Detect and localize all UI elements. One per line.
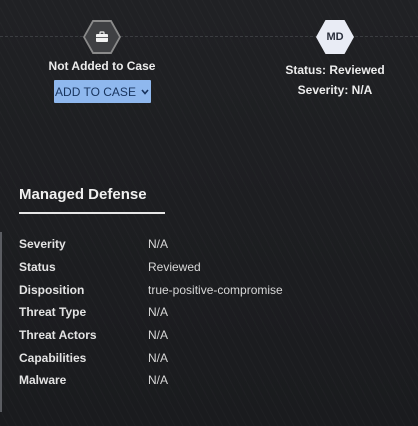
- detail-key: Threat Actors: [19, 328, 97, 343]
- add-to-case-button[interactable]: ADD TO CASE: [53, 80, 151, 103]
- detail-key: Severity: [19, 237, 66, 252]
- chevron-down-icon: [141, 88, 149, 95]
- detail-key: Capabilities: [19, 350, 87, 365]
- detail-value: true-positive-compromise: [148, 282, 283, 297]
- detail-value: Reviewed: [148, 260, 201, 275]
- add-to-case-label: ADD TO CASE: [55, 84, 136, 99]
- detail-row-capabilities: Capabilities N/A: [19, 346, 399, 369]
- managed-defense-status-block: MD Status: Reviewed Severity: N/A: [283, 20, 387, 97]
- md-badge-text: MD: [326, 31, 344, 43]
- detail-row-threat-type: Threat Type N/A: [19, 301, 399, 324]
- detail-row-threat-actors: Threat Actors N/A: [19, 324, 399, 347]
- detail-key: Status: [19, 260, 56, 275]
- detail-row-severity: Severity N/A: [19, 233, 399, 256]
- case-status-label: Not Added to Case: [48, 59, 156, 73]
- detail-value: N/A: [148, 373, 169, 388]
- detail-key: Malware: [19, 373, 67, 388]
- detail-row-status: Status Reviewed: [19, 256, 399, 279]
- detail-value: N/A: [148, 350, 169, 365]
- detail-value: N/A: [148, 237, 169, 252]
- detail-key: Disposition: [19, 282, 85, 297]
- details-list: Severity N/A Status Reviewed Disposition…: [19, 233, 399, 392]
- detail-key: Threat Type: [19, 305, 87, 320]
- detail-value: N/A: [148, 328, 169, 343]
- md-status-text: Status: Reviewed: [285, 63, 385, 77]
- detail-row-disposition: Disposition true-positive-compromise: [19, 278, 399, 301]
- detail-row-malware: Malware N/A: [19, 369, 399, 392]
- alert-detail-panel: Not Added to Case ADD TO CASE MD Status:…: [0, 0, 418, 426]
- section-left-border: [0, 232, 2, 412]
- briefcase-icon: [96, 31, 108, 42]
- section-title: Managed Defense: [19, 186, 147, 203]
- detail-value: N/A: [148, 305, 169, 320]
- md-severity-text: Severity: N/A: [297, 83, 373, 97]
- case-status-block: Not Added to Case ADD TO CASE: [48, 20, 156, 103]
- md-badge: MD: [316, 20, 354, 54]
- case-hex-badge: [83, 20, 121, 54]
- section-title-underline: [19, 212, 165, 214]
